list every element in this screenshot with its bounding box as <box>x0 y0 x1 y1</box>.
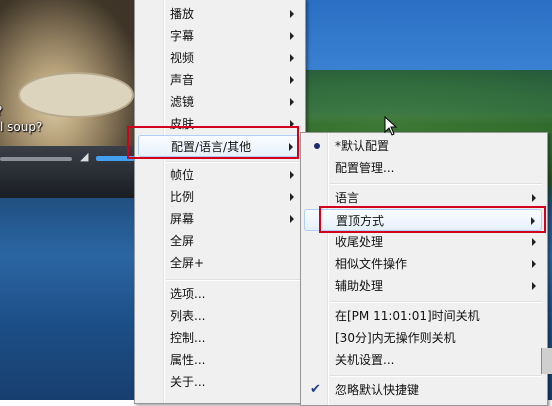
menu-item-subtitles[interactable]: 字幕 <box>138 25 300 47</box>
submenu-arrow-icon <box>290 54 294 62</box>
menu-item-options[interactable]: 选项... <box>138 283 300 305</box>
seek-bar[interactable] <box>0 157 72 161</box>
menu-item-play[interactable]: 播放 <box>138 3 300 25</box>
submenu-arrow-icon <box>290 76 294 84</box>
menu-item-properties[interactable]: 属性... <box>138 349 300 371</box>
menu-item-label: 字幕 <box>170 29 195 43</box>
submenu-arrow-icon <box>532 260 536 268</box>
menu-separator <box>166 279 300 281</box>
menu-item-video[interactable]: 视频 <box>138 47 300 69</box>
submenu-item-assist[interactable]: 辅助处理 <box>304 275 542 297</box>
subtitle-line-1: ? <box>0 104 2 118</box>
radio-bullet-icon <box>314 143 320 149</box>
menu-item-label: 列表... <box>170 309 206 323</box>
menu-item-audio[interactable]: 声音 <box>138 69 300 91</box>
submenu-arrow-icon <box>532 238 536 246</box>
menu-item-frame-position[interactable]: 帧位 <box>138 164 300 186</box>
context-submenu-config: *默认配置 配置管理... 语言 置顶方式 收尾处理 相似文件操作 辅助处理 在… <box>300 132 548 406</box>
video-player-window[interactable]: ? l soup? ◢ <box>0 0 136 198</box>
mouse-pointer-icon <box>384 116 398 136</box>
menu-item-label: 屏幕 <box>170 212 195 226</box>
submenu-item-shutdown-settings[interactable]: 关机设置... <box>304 349 542 371</box>
annotation-highlight-box <box>319 206 546 233</box>
menu-item-screen[interactable]: 屏幕 <box>138 208 300 230</box>
menu-separator <box>166 161 300 163</box>
submenu-arrow-icon <box>290 98 294 106</box>
context-menu-main: 播放 字幕 视频 声音 滤镜 皮肤 配置/语言/其他 帧位 比例 屏幕 全屏 全… <box>134 0 306 404</box>
speaker-icon[interactable]: ◢ <box>80 150 88 163</box>
menu-item-control[interactable]: 控制... <box>138 327 300 349</box>
menu-item-label: 忽略默认快捷键 <box>335 383 420 397</box>
menu-item-label: 关机设置... <box>335 353 395 367</box>
menu-item-label: 播放 <box>170 7 195 21</box>
menu-item-label: 关于... <box>170 375 206 389</box>
menu-item-label: 配置管理... <box>335 161 395 175</box>
submenu-arrow-icon <box>532 194 536 202</box>
submenu-arrow-icon <box>290 215 294 223</box>
menu-item-filters[interactable]: 滤镜 <box>138 91 300 113</box>
submenu-arrow-icon <box>290 32 294 40</box>
submenu-item-similar-files[interactable]: 相似文件操作 <box>304 253 542 275</box>
subtitle-line-2: l soup? <box>0 120 43 134</box>
menu-item-fullscreen[interactable]: 全屏 <box>138 230 300 252</box>
menu-item-label: [30分]内无操作则关机 <box>335 331 456 345</box>
edge-widget <box>541 348 552 374</box>
menu-item-label: 滤镜 <box>170 95 195 109</box>
menu-item-label: 全屏 <box>170 234 195 248</box>
checkmark-icon: ✔ <box>310 382 321 397</box>
submenu-item-end-handling[interactable]: 收尾处理 <box>304 231 542 253</box>
menu-item-label: 声音 <box>170 73 195 87</box>
submenu-arrow-icon <box>290 171 294 179</box>
submenu-item-config-manager[interactable]: 配置管理... <box>304 157 542 179</box>
menu-item-label: 视频 <box>170 51 195 65</box>
menu-separator <box>330 301 542 303</box>
menu-separator <box>330 375 542 377</box>
menu-item-aspect-ratio[interactable]: 比例 <box>138 186 300 208</box>
menu-item-label: 在[PM 11:01:01]时间关机 <box>335 309 480 323</box>
player-control-bar: ◢ <box>0 146 136 198</box>
menu-item-label: 相似文件操作 <box>335 257 408 271</box>
menu-item-label: 属性... <box>170 353 206 367</box>
menu-item-label: 帧位 <box>170 168 195 182</box>
submenu-item-shutdown-at-time[interactable]: 在[PM 11:01:01]时间关机 <box>304 305 542 327</box>
submenu-arrow-icon <box>532 282 536 290</box>
menu-item-label: 控制... <box>170 331 206 345</box>
menu-item-label: 辅助处理 <box>335 279 384 293</box>
submenu-item-shutdown-idle[interactable]: [30分]内无操作则关机 <box>304 327 542 349</box>
menu-item-label: 比例 <box>170 190 195 204</box>
video-scene-bowl <box>18 72 134 118</box>
submenu-arrow-icon <box>290 10 294 18</box>
menu-separator <box>330 183 542 185</box>
menu-item-about[interactable]: 关于... <box>138 371 300 393</box>
menu-item-label: 全屏+ <box>170 256 205 270</box>
submenu-item-default-config[interactable]: *默认配置 <box>304 135 542 157</box>
menu-item-playlist[interactable]: 列表... <box>138 305 300 327</box>
annotation-highlight-box <box>127 126 299 159</box>
menu-item-label: *默认配置 <box>335 139 390 153</box>
menu-item-fullscreen-plus[interactable]: 全屏+ <box>138 252 300 274</box>
submenu-arrow-icon <box>290 193 294 201</box>
submenu-item-ignore-default-hotkeys[interactable]: ✔ 忽略默认快捷键 <box>304 379 542 401</box>
menu-item-label: 收尾处理 <box>335 235 384 249</box>
menu-item-label: 选项... <box>170 287 206 301</box>
